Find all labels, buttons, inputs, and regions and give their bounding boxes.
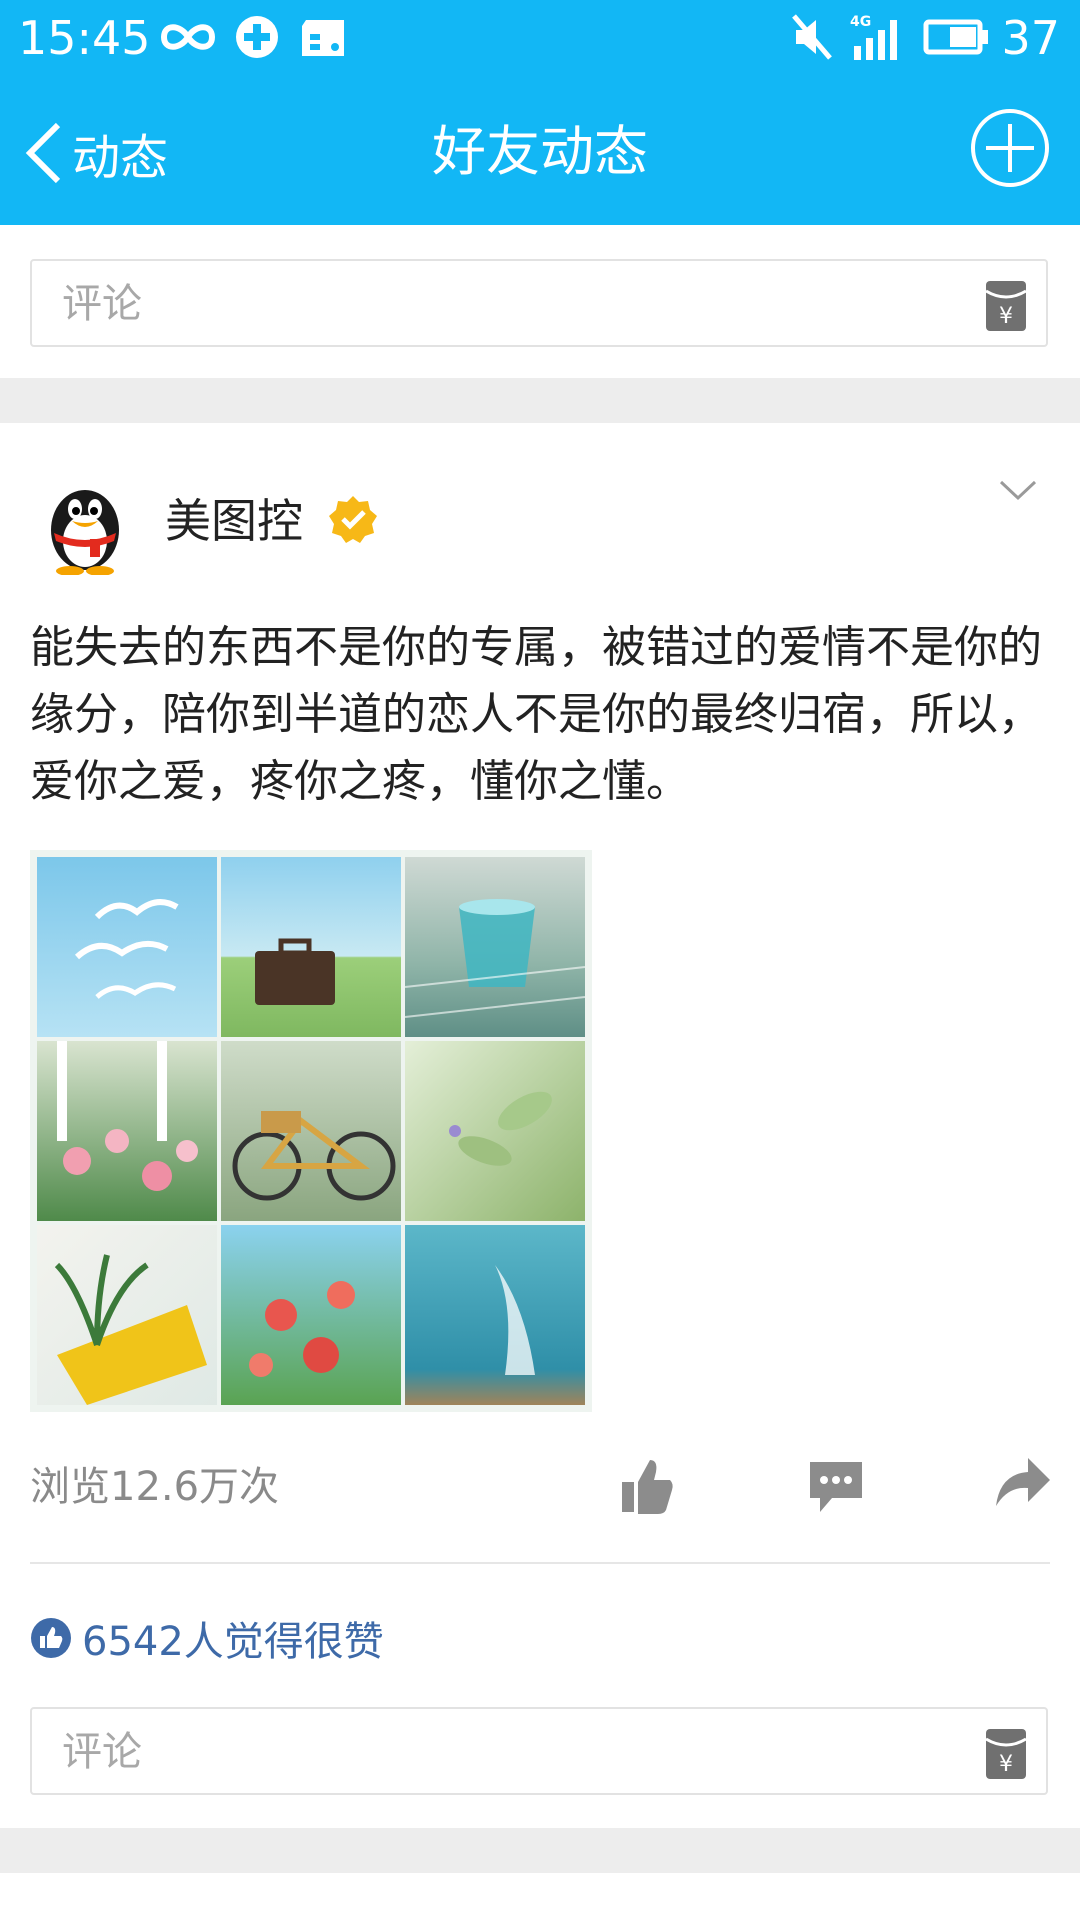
photo-red-flowers[interactable] bbox=[221, 1225, 401, 1405]
status-time: 15:45 bbox=[18, 11, 151, 65]
photo-suitcase[interactable] bbox=[221, 857, 401, 1037]
like-button[interactable] bbox=[618, 1456, 676, 1516]
post-content: 能失去的东西不是你的专属，被错过的爱情不是你的缘分，陪你到半道的恋人不是你的最终… bbox=[30, 622, 1042, 807]
battery-icon bbox=[923, 19, 988, 55]
thumbs-up-badge-icon bbox=[31, 1618, 71, 1658]
network-label: 4G bbox=[850, 14, 871, 30]
infinity-icon bbox=[160, 24, 216, 50]
comment-input-bottom[interactable]: 评论 ¥ bbox=[30, 1707, 1048, 1795]
sim-card-icon bbox=[302, 20, 344, 56]
photo-flowers-fence[interactable] bbox=[37, 1041, 217, 1221]
comment-placeholder: 评论 bbox=[62, 281, 142, 327]
photo-grid bbox=[30, 850, 592, 1412]
likes-text: 6542人觉得很赞 bbox=[82, 1619, 384, 1665]
photo-plant-book[interactable] bbox=[37, 1225, 217, 1405]
top-bar: 15:45 4G 37 动态 好友动态 bbox=[0, 0, 1080, 225]
photo-bicycle[interactable] bbox=[221, 1041, 401, 1221]
photo-sea[interactable] bbox=[405, 1225, 585, 1405]
view-count: 浏览12.6万次 bbox=[30, 1464, 280, 1510]
divider bbox=[30, 1562, 1050, 1564]
share-button[interactable] bbox=[994, 1456, 1052, 1508]
svg-text:¥: ¥ bbox=[999, 1752, 1013, 1777]
page-title: 好友动态 bbox=[432, 120, 648, 183]
add-button[interactable] bbox=[970, 108, 1050, 188]
nav-bar: 动态 好友动态 bbox=[0, 78, 1080, 225]
comment-input-top[interactable]: 评论 ¥ bbox=[30, 259, 1048, 347]
chevron-down-icon[interactable] bbox=[998, 478, 1038, 502]
app-notification-icon bbox=[236, 16, 278, 58]
section-divider bbox=[0, 378, 1080, 423]
battery-level: 37 bbox=[1001, 11, 1060, 65]
photo-glass[interactable] bbox=[405, 857, 585, 1037]
status-bar: 15:45 4G 37 bbox=[0, 0, 1080, 78]
mute-icon bbox=[792, 14, 832, 60]
photo-leaves[interactable] bbox=[405, 1041, 585, 1221]
comment-placeholder: 评论 bbox=[62, 1729, 142, 1775]
verified-badge-icon bbox=[329, 496, 377, 543]
signal-4g-icon: 4G bbox=[850, 14, 897, 60]
post-username[interactable]: 美图控 bbox=[165, 492, 303, 550]
photo-seagulls[interactable] bbox=[37, 857, 217, 1037]
comment-button[interactable] bbox=[808, 1456, 864, 1516]
red-packet-icon[interactable]: ¥ bbox=[984, 1725, 1028, 1781]
svg-text:¥: ¥ bbox=[999, 304, 1013, 329]
likes-summary[interactable]: 6542人觉得很赞 bbox=[30, 1610, 384, 1666]
section-divider bbox=[0, 1828, 1080, 1873]
red-packet-icon[interactable]: ¥ bbox=[984, 277, 1028, 333]
avatar[interactable] bbox=[40, 475, 130, 575]
